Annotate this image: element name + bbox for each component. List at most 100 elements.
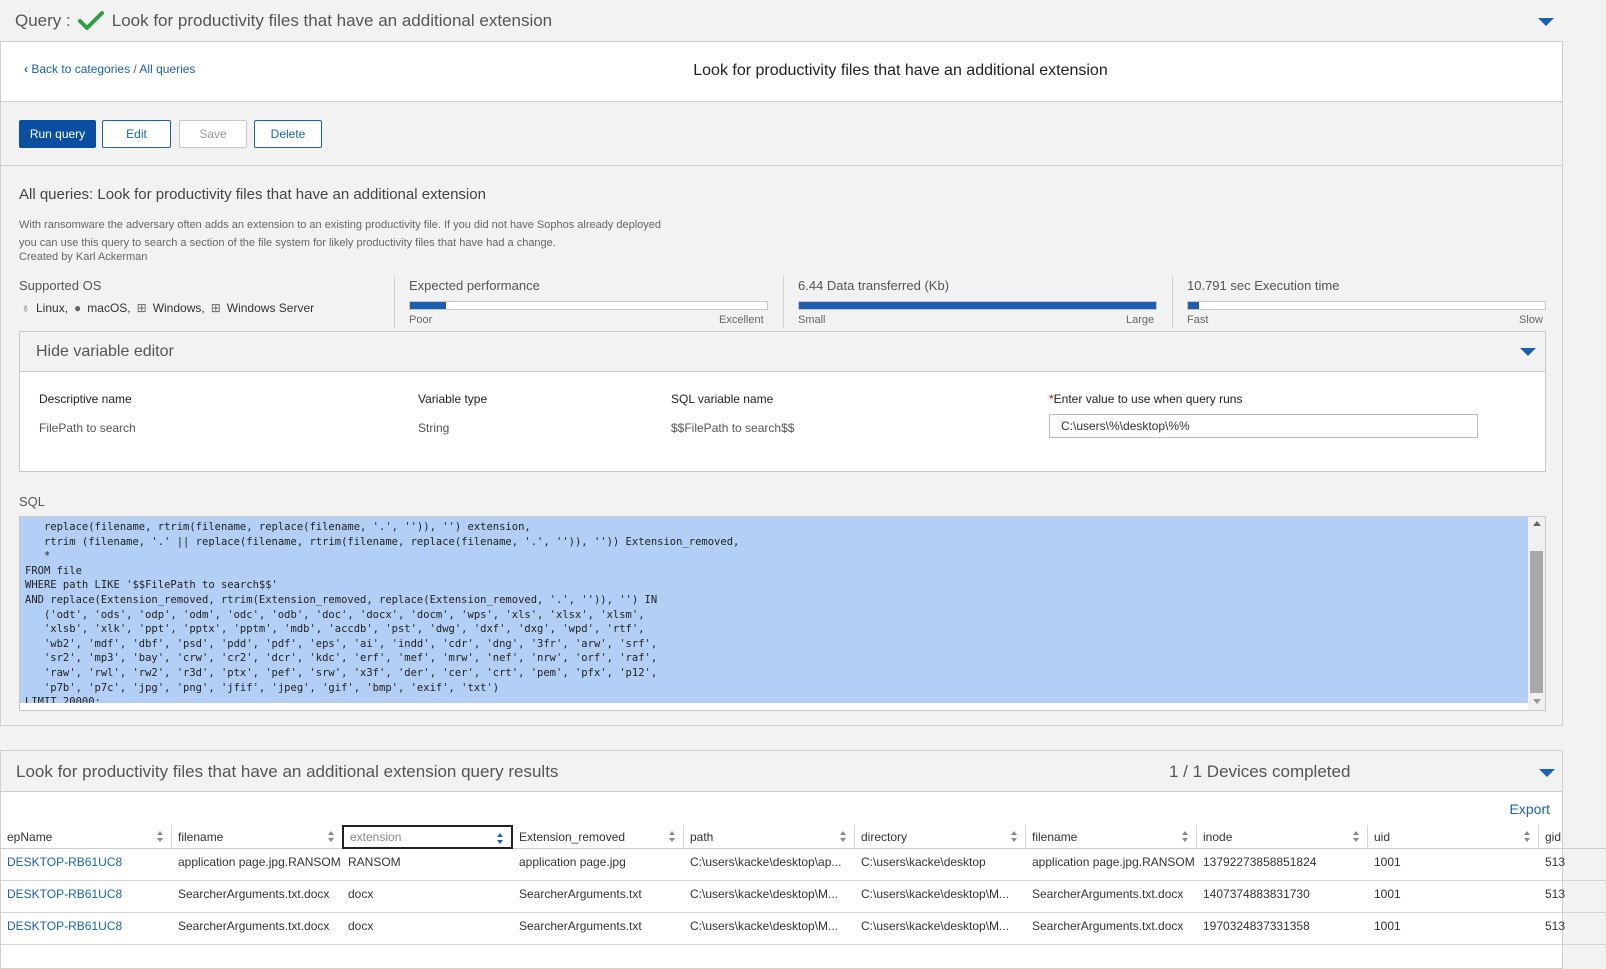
query-bar[interactable]: Query : Look for productivity files that… [0, 0, 1563, 42]
sql-line: 'raw', 'rwl', 'rw2', 'r3d', 'ptx', 'pef'… [25, 666, 658, 679]
os-macos: macOS, [87, 301, 131, 315]
chevron-down-icon[interactable] [1520, 348, 1536, 356]
sql-line: * [25, 550, 51, 563]
column-header[interactable]: gid [1539, 825, 1606, 849]
column-header[interactable]: Extension_removed [513, 825, 684, 849]
supported-os-label: Supported OS [19, 278, 102, 293]
windows-server-icon: ⊞ [210, 301, 221, 315]
query-title: Look for productivity files that have an… [111, 10, 553, 30]
performance-low: Poor [409, 314, 433, 326]
table-cell: 1001 [1374, 887, 1401, 901]
data-transferred-bar [798, 301, 1157, 310]
table-cell: C:\users\kacke\desktop\ap... [690, 855, 842, 869]
os-linux: Linux, [36, 301, 69, 315]
variable-editor-toggle[interactable]: Hide variable editor [20, 332, 1545, 372]
column-header-label: extension [350, 830, 402, 844]
device-link[interactable]: DESKTOP-RB61UC8 [1, 849, 172, 881]
column-header[interactable]: inode [1197, 825, 1368, 849]
execution-time-label: 10.791 sec Execution time [1187, 278, 1340, 293]
column-header[interactable]: uid [1368, 825, 1539, 849]
sort-icon[interactable] [328, 831, 335, 843]
sort-icon[interactable] [497, 833, 504, 845]
sort-icon[interactable] [1011, 831, 1018, 843]
check-icon [77, 10, 104, 30]
var-value-input[interactable] [1049, 414, 1478, 438]
edit-button[interactable]: Edit [102, 120, 171, 148]
col-descriptive-name: Descriptive name [39, 392, 132, 406]
column-header[interactable]: filename [1026, 825, 1197, 849]
execution-time-bar [1187, 301, 1546, 310]
details-title: All queries: Look for productivity files… [19, 186, 486, 203]
var-type: String [418, 421, 450, 435]
scroll-up-icon[interactable] [1533, 521, 1541, 526]
table-cell: 513 [1545, 855, 1566, 869]
table-cell: SearcherArguments.txt [519, 919, 642, 933]
col-sql-variable-name: SQL variable name [671, 392, 774, 406]
performance-label: Expected performance [409, 278, 540, 293]
sort-icon[interactable] [157, 831, 164, 843]
table-row[interactable]: DESKTOP-RB61UC8 SearcherArguments.txt.doc… [1, 881, 1606, 913]
scroll-down-icon[interactable] [1533, 699, 1541, 704]
column-header-label: Extension_removed [519, 830, 626, 844]
save-button[interactable]: Save [179, 120, 247, 148]
table-cell: application page.jpg [519, 855, 626, 869]
sql-line: LIMIT 20000; [25, 696, 101, 703]
sort-icon[interactable] [1182, 831, 1189, 843]
table-cell: SearcherArguments.txt.docx [1032, 887, 1184, 901]
sql-label: SQL [19, 494, 46, 509]
device-link[interactable]: DESKTOP-RB61UC8 [1, 881, 172, 913]
table-cell: C:\users\kacke\desktop\M... [690, 919, 839, 933]
column-header[interactable]: directory [855, 825, 1026, 849]
table-cell: docx [348, 887, 374, 901]
sql-line: FROM file [25, 564, 82, 577]
results-panel: Look for productivity files that have an… [0, 750, 1606, 969]
table-cell: 13792273858851824 [1203, 855, 1317, 869]
sort-icon[interactable] [1524, 831, 1531, 843]
data-high: Large [1126, 314, 1155, 326]
chevron-down-icon[interactable] [1539, 769, 1555, 777]
export-link[interactable]: Export [1510, 801, 1550, 817]
column-header[interactable]: epName [1, 825, 172, 849]
table-row[interactable]: DESKTOP-RB61UC8 application page.jpg.RANS… [1, 849, 1606, 881]
table-cell: 1001 [1374, 855, 1401, 869]
table-cell: 1407374883831730 [1203, 887, 1310, 901]
performance-high: Excellent [719, 314, 764, 326]
os-windows-server: Windows Server [226, 301, 315, 315]
page-title: Look for productivity files that have an… [693, 62, 1108, 79]
sql-line: 'xlsb', 'xlk', 'ppt', 'pptx', 'pptm', 'm… [25, 623, 645, 636]
column-header[interactable]: path [684, 825, 855, 849]
sql-line: rtrim (filename, '.' || replace(filename… [25, 535, 740, 548]
delete-button[interactable]: Delete [254, 120, 322, 148]
sql-editor[interactable]: replace(filename, rtrim(filename, replac… [19, 516, 1546, 711]
query-prefix: Query : [15, 10, 71, 30]
sort-icon[interactable] [840, 831, 847, 843]
column-header[interactable]: filename [172, 825, 343, 849]
sql-scroll-thumb[interactable] [1530, 551, 1543, 693]
table-row[interactable]: DESKTOP-RB61UC8 SearcherArguments.txt.doc… [1, 913, 1606, 945]
data-low: Small [798, 314, 826, 326]
results-header[interactable]: Look for productivity files that have an… [1, 751, 1562, 792]
toolbar: Run query Edit Save Delete [0, 102, 1563, 166]
var-descriptive-name: FilePath to search [39, 421, 136, 435]
column-header-label: inode [1203, 830, 1233, 844]
details-description: With ransomware the adversary often adds… [19, 219, 662, 249]
table-cell: application page.jpg.RANSOM [1032, 855, 1195, 869]
sort-icon[interactable] [1353, 831, 1360, 843]
device-link[interactable]: DESKTOP-RB61UC8 [1, 913, 172, 945]
column-header-label: gid [1545, 830, 1562, 844]
column-header-label: path [690, 830, 714, 844]
table-cell: RANSOM [348, 855, 401, 869]
table-cell: SearcherArguments.txt [519, 887, 642, 901]
os-windows: Windows, [152, 301, 205, 315]
sql-code[interactable]: replace(filename, rtrim(filename, replac… [20, 517, 1528, 703]
table-cell: SearcherArguments.txt.docx [1032, 919, 1184, 933]
chevron-down-icon[interactable] [1538, 18, 1554, 26]
sort-icon[interactable] [669, 831, 676, 843]
var-value-wrapper [1049, 414, 1478, 438]
table-cell: 513 [1545, 887, 1566, 901]
divider [1172, 276, 1173, 328]
sql-scrollbar[interactable] [1528, 517, 1545, 710]
column-header-active[interactable]: extension [342, 825, 513, 849]
run-query-button[interactable]: Run query [19, 120, 96, 148]
sql-line: AND replace(Extension_removed, rtrim(Ext… [25, 593, 658, 606]
